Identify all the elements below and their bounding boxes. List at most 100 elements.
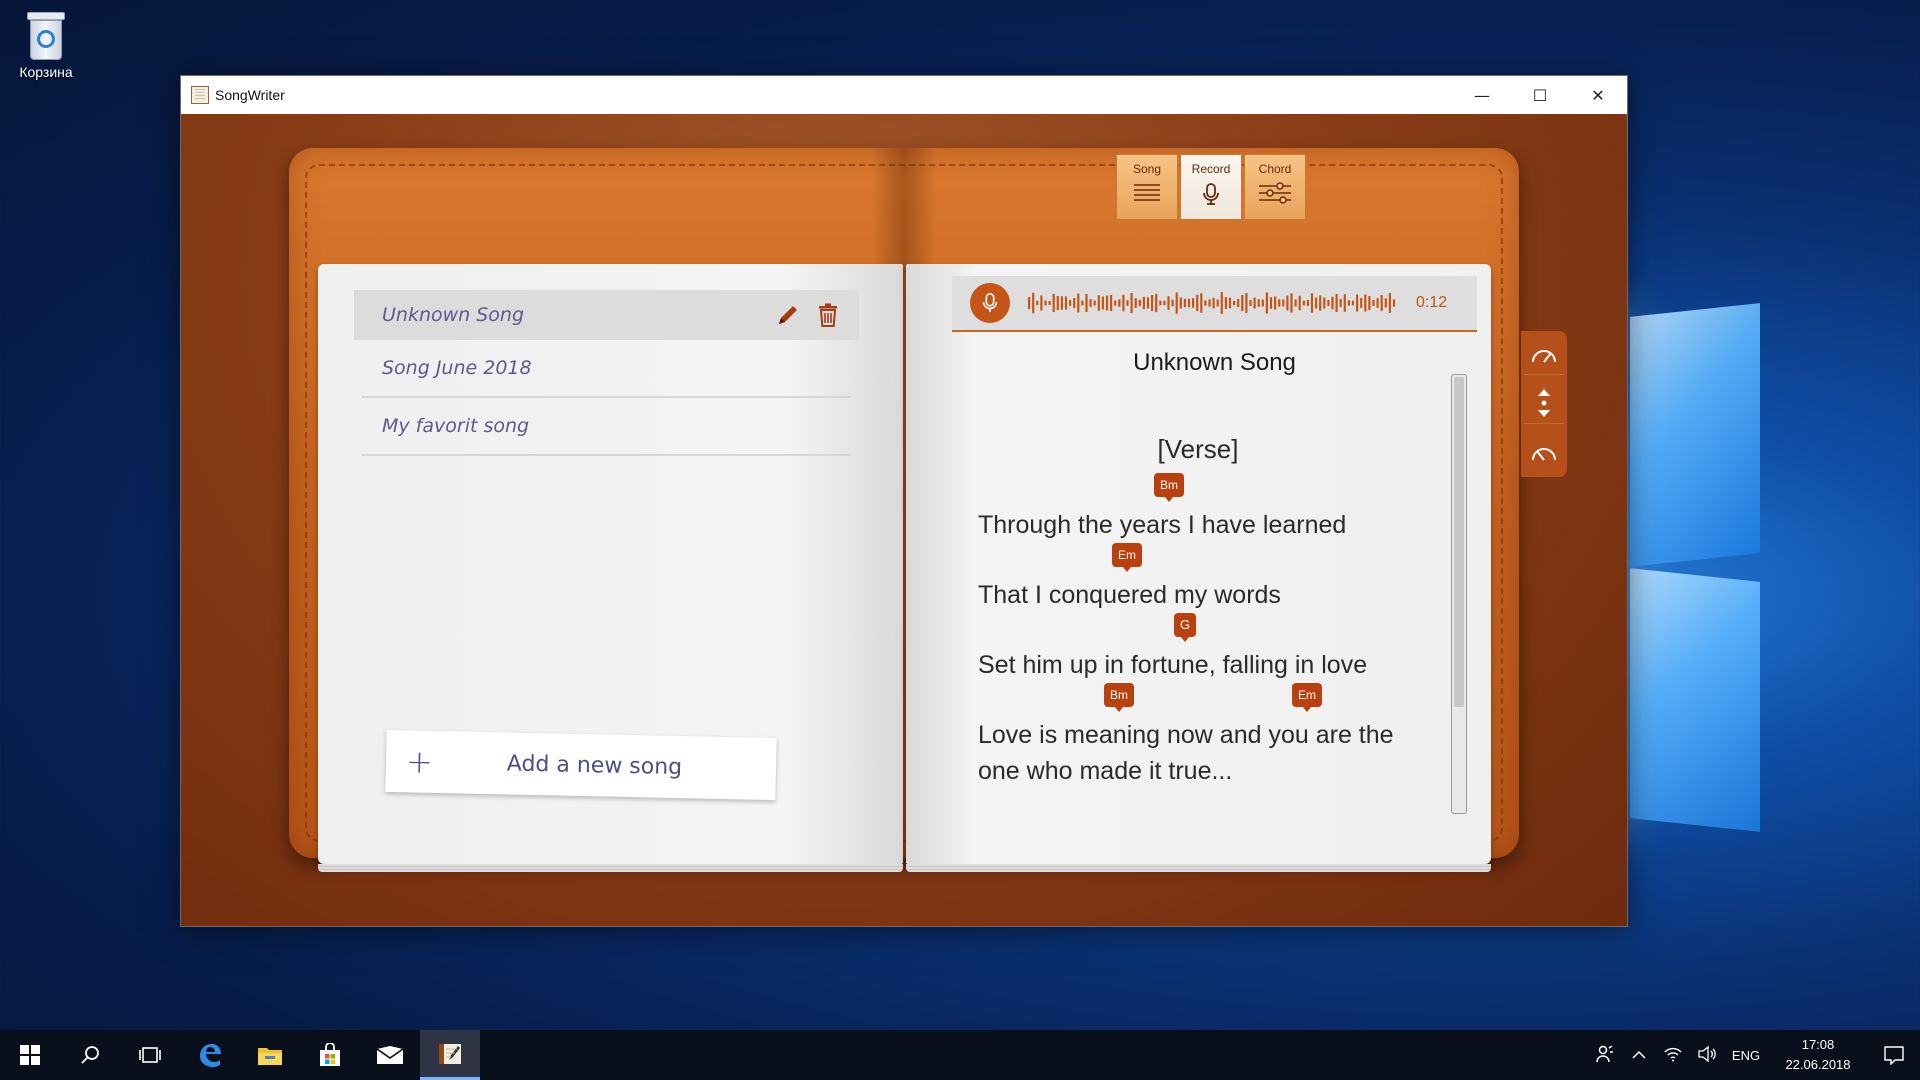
title-bar[interactable]: SongWriter — ☐ ✕	[181, 76, 1627, 114]
speed-up-button[interactable]	[1524, 335, 1564, 376]
waveform-bar	[1044, 300, 1047, 306]
lyric-line: G Set him up in fortune, falling in love	[978, 613, 1458, 683]
start-button[interactable]	[0, 1030, 60, 1080]
input-language[interactable]: ENG	[1724, 1048, 1768, 1063]
slow-down-button[interactable]	[1524, 433, 1564, 473]
waveform-bar	[1257, 299, 1260, 307]
waveform-bar	[1159, 300, 1162, 306]
waveform-bar	[1331, 296, 1334, 310]
plus-icon: +	[405, 742, 434, 781]
tab-chord[interactable]: Chord	[1244, 154, 1306, 220]
waveform-bar	[1155, 293, 1158, 313]
tab-record-label: Record	[1191, 162, 1231, 176]
waveform-bar	[1142, 296, 1145, 310]
waveform-bar	[1171, 299, 1174, 307]
lyrics-area[interactable]: [Verse] Bm Through the years I have lear…	[978, 434, 1458, 789]
minimize-button[interactable]: —	[1453, 76, 1511, 114]
chord-tag[interactable]: Em	[1292, 683, 1322, 712]
waveform-bar	[1364, 294, 1367, 312]
clock[interactable]: 17:08 22.06.2018	[1768, 1035, 1868, 1075]
waveform-bar	[1089, 299, 1092, 307]
tab-chord-label: Chord	[1258, 162, 1292, 176]
chord-tag[interactable]: Bm	[1154, 473, 1184, 502]
people-button[interactable]	[1588, 1044, 1622, 1067]
add-new-song-button[interactable]: + Add a new song	[385, 729, 777, 801]
waveform-bar	[1122, 294, 1125, 312]
waveform-bar	[1216, 299, 1219, 307]
waveform-bar	[1093, 300, 1096, 306]
song-list: Unknown Song Song June 2018 My favorit s	[354, 290, 859, 456]
auto-scroll-button[interactable]	[1524, 384, 1564, 424]
edge-button[interactable]	[180, 1030, 240, 1080]
list-item[interactable]: My favorit song	[362, 398, 851, 456]
waveform-bar	[1335, 294, 1338, 312]
waveform-bar	[1253, 297, 1256, 309]
waveform-bar	[1376, 298, 1379, 308]
songwriter-taskbar-button[interactable]	[420, 1030, 480, 1080]
chord-tag[interactable]: Em	[1112, 543, 1142, 572]
close-button[interactable]: ✕	[1569, 76, 1627, 114]
waveform-bar	[1056, 295, 1059, 311]
pencil-icon	[779, 306, 797, 324]
waveform-bar	[1265, 292, 1268, 314]
lyric-line: Bm Through the years I have learned	[978, 473, 1458, 543]
tab-record[interactable]: Record	[1180, 154, 1242, 220]
waveform-bar	[1310, 293, 1314, 313]
recycle-bin-shortcut[interactable]: Корзина	[10, 8, 82, 80]
people-icon	[1596, 1044, 1613, 1062]
speaker-icon	[1698, 1045, 1716, 1062]
scrollbar-thumb[interactable]	[1454, 377, 1464, 707]
waveform-bar	[1146, 297, 1150, 309]
waveform-bar	[1392, 299, 1396, 307]
show-hidden-icons-button[interactable]	[1622, 1047, 1656, 1063]
waveform-bar	[1323, 297, 1326, 309]
waveform-bar	[1060, 296, 1063, 310]
waveform[interactable]	[1028, 288, 1400, 318]
waveform-bar	[1298, 295, 1301, 311]
chord-tag[interactable]: G	[1174, 613, 1197, 642]
waveform-bar	[1048, 300, 1051, 306]
lyric-text: Set him up in fortune, falling in love	[978, 651, 1368, 679]
waveform-bar	[1339, 298, 1342, 308]
network-button[interactable]	[1656, 1046, 1690, 1065]
maximize-button[interactable]: ☐	[1511, 76, 1569, 114]
microphone-icon	[1181, 182, 1241, 210]
app-icon	[191, 86, 209, 104]
section-label: [Verse]	[1157, 434, 1239, 464]
list-item[interactable]: Song June 2018	[362, 340, 851, 398]
taskbar: ENG 17:08 22.06.2018	[0, 1030, 1920, 1080]
system-tray: ENG 17:08 22.06.2018	[1588, 1030, 1920, 1080]
add-new-song-label: Add a new song	[506, 750, 683, 780]
sliders-icon	[1245, 182, 1305, 208]
lyrics-scrollbar[interactable]	[1451, 374, 1467, 814]
waveform-bar	[1224, 297, 1227, 309]
record-button[interactable]	[970, 283, 1010, 323]
waveform-bar	[1118, 299, 1121, 307]
file-explorer-button[interactable]	[240, 1030, 300, 1080]
wifi-icon	[1664, 1047, 1682, 1061]
waveform-bar	[1347, 300, 1350, 306]
waveform-bar	[1249, 300, 1252, 306]
waveform-bar	[1175, 292, 1178, 314]
mail-button[interactable]	[360, 1030, 420, 1080]
waveform-bar	[1040, 295, 1043, 311]
waveform-bar	[1261, 299, 1264, 307]
task-view-button[interactable]	[120, 1030, 180, 1080]
list-item[interactable]: Unknown Song	[354, 290, 859, 340]
chord-tag[interactable]: Bm	[1104, 683, 1134, 712]
notification-icon	[1884, 1046, 1904, 1065]
waveform-bar	[1036, 300, 1039, 306]
action-center-button[interactable]	[1868, 1045, 1920, 1065]
edit-button[interactable]	[775, 302, 801, 328]
waveform-bar	[1306, 299, 1309, 307]
waveform-bar	[1138, 299, 1141, 307]
store-button[interactable]	[300, 1030, 360, 1080]
edge-browser-icon	[200, 1044, 221, 1067]
tab-song[interactable]: Song	[1116, 154, 1178, 220]
waveform-bar	[1282, 299, 1285, 307]
waveform-bar	[1356, 294, 1359, 312]
delete-button[interactable]	[815, 302, 841, 328]
up-down-arrows-icon	[1538, 389, 1550, 418]
search-button[interactable]	[60, 1030, 120, 1080]
volume-button[interactable]	[1690, 1045, 1724, 1065]
